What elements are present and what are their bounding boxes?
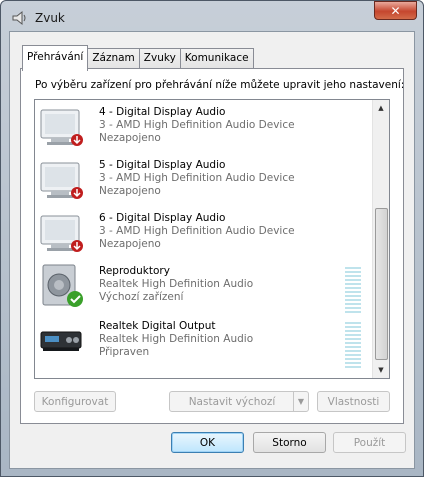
speaker-app-icon [12, 10, 26, 26]
device-description: Realtek High Definition Audio [99, 333, 254, 345]
device-item[interactable]: Realtek Digital Output Realtek High Defi… [35, 318, 373, 370]
tab-recording[interactable]: Záznam [87, 48, 140, 69]
sound-dialog: Zvuk ✕ Přehrávání Záznam Zvuky Komunikac… [0, 0, 424, 477]
close-button[interactable]: ✕ [374, 1, 417, 20]
level-meter [345, 322, 361, 368]
tab-communications[interactable]: Komunikace [179, 48, 254, 69]
device-list[interactable]: 4 - Digital Display Audio 3 - AMD High D… [34, 99, 390, 379]
speaker-icon [42, 264, 83, 307]
device-status: Výchozí zařízení [99, 291, 184, 303]
scroll-up-arrow-icon[interactable]: ▲ [373, 100, 389, 116]
digital-output-icon [40, 331, 82, 351]
set-default-button[interactable]: Nastavit výchozí ▼ [169, 391, 309, 412]
monitor-icon [40, 162, 83, 199]
dialog-client-area: Přehrávání Záznam Zvuky Komunikace Po vý… [9, 31, 415, 469]
ok-button[interactable]: OK [171, 432, 244, 453]
cancel-button[interactable]: Storno [253, 432, 326, 453]
set-default-label: Nastavit výchozí [188, 395, 276, 408]
tab-strip: Přehrávání Záznam Zvuky Komunikace [22, 45, 254, 71]
playback-panel: Po výběru zařízení pro přehrávání níže m… [20, 68, 404, 424]
device-status: Nezapojeno [99, 132, 161, 144]
device-item[interactable]: 6 - Digital Display Audio 3 - AMD High D… [35, 210, 373, 262]
tab-playback[interactable]: Přehrávání [22, 45, 89, 71]
device-description: 3 - AMD High Definition Audio Device [99, 172, 295, 184]
level-meter [345, 267, 361, 313]
apply-button[interactable]: Použít [333, 432, 406, 453]
monitor-icon [40, 109, 83, 146]
window-title: Zvuk [35, 11, 65, 25]
vertical-scrollbar[interactable]: ▲ ▼ [372, 100, 389, 378]
monitor-icon [40, 215, 83, 252]
configure-button[interactable]: Konfigurovat [34, 391, 116, 412]
default-checkmark-icon [67, 291, 83, 307]
instructions-text: Po výběru zařízení pro přehrávání níže m… [35, 79, 405, 91]
tab-sounds[interactable]: Zvuky [138, 48, 181, 69]
properties-button[interactable]: Vlastnosti [317, 391, 390, 412]
device-name: 6 - Digital Display Audio [99, 212, 226, 224]
device-item-default[interactable]: Reproduktory Realtek High Definition Aud… [35, 263, 373, 315]
device-description: Realtek High Definition Audio [99, 278, 254, 290]
device-name: 5 - Digital Display Audio [99, 159, 226, 171]
device-description: 3 - AMD High Definition Audio Device [99, 225, 295, 237]
device-name: 4 - Digital Display Audio [99, 106, 226, 118]
device-item[interactable]: 4 - Digital Display Audio 3 - AMD High D… [35, 104, 373, 156]
device-item[interactable]: 5 - Digital Display Audio 3 - AMD High D… [35, 157, 373, 209]
device-name: Realtek Digital Output [99, 320, 216, 332]
monitor-icon [39, 99, 87, 100]
device-status: Nezapojeno [99, 185, 161, 197]
device-status: Nezapojeno [99, 238, 161, 250]
device-status: Připraven [99, 346, 150, 358]
scroll-thumb[interactable] [375, 208, 388, 360]
scroll-down-arrow-icon[interactable]: ▼ [373, 362, 389, 378]
device-description: 3 - AMD High Definition Audio Device [99, 119, 295, 131]
dropdown-arrow-icon[interactable]: ▼ [293, 392, 308, 411]
device-name: Reproduktory [99, 265, 170, 277]
